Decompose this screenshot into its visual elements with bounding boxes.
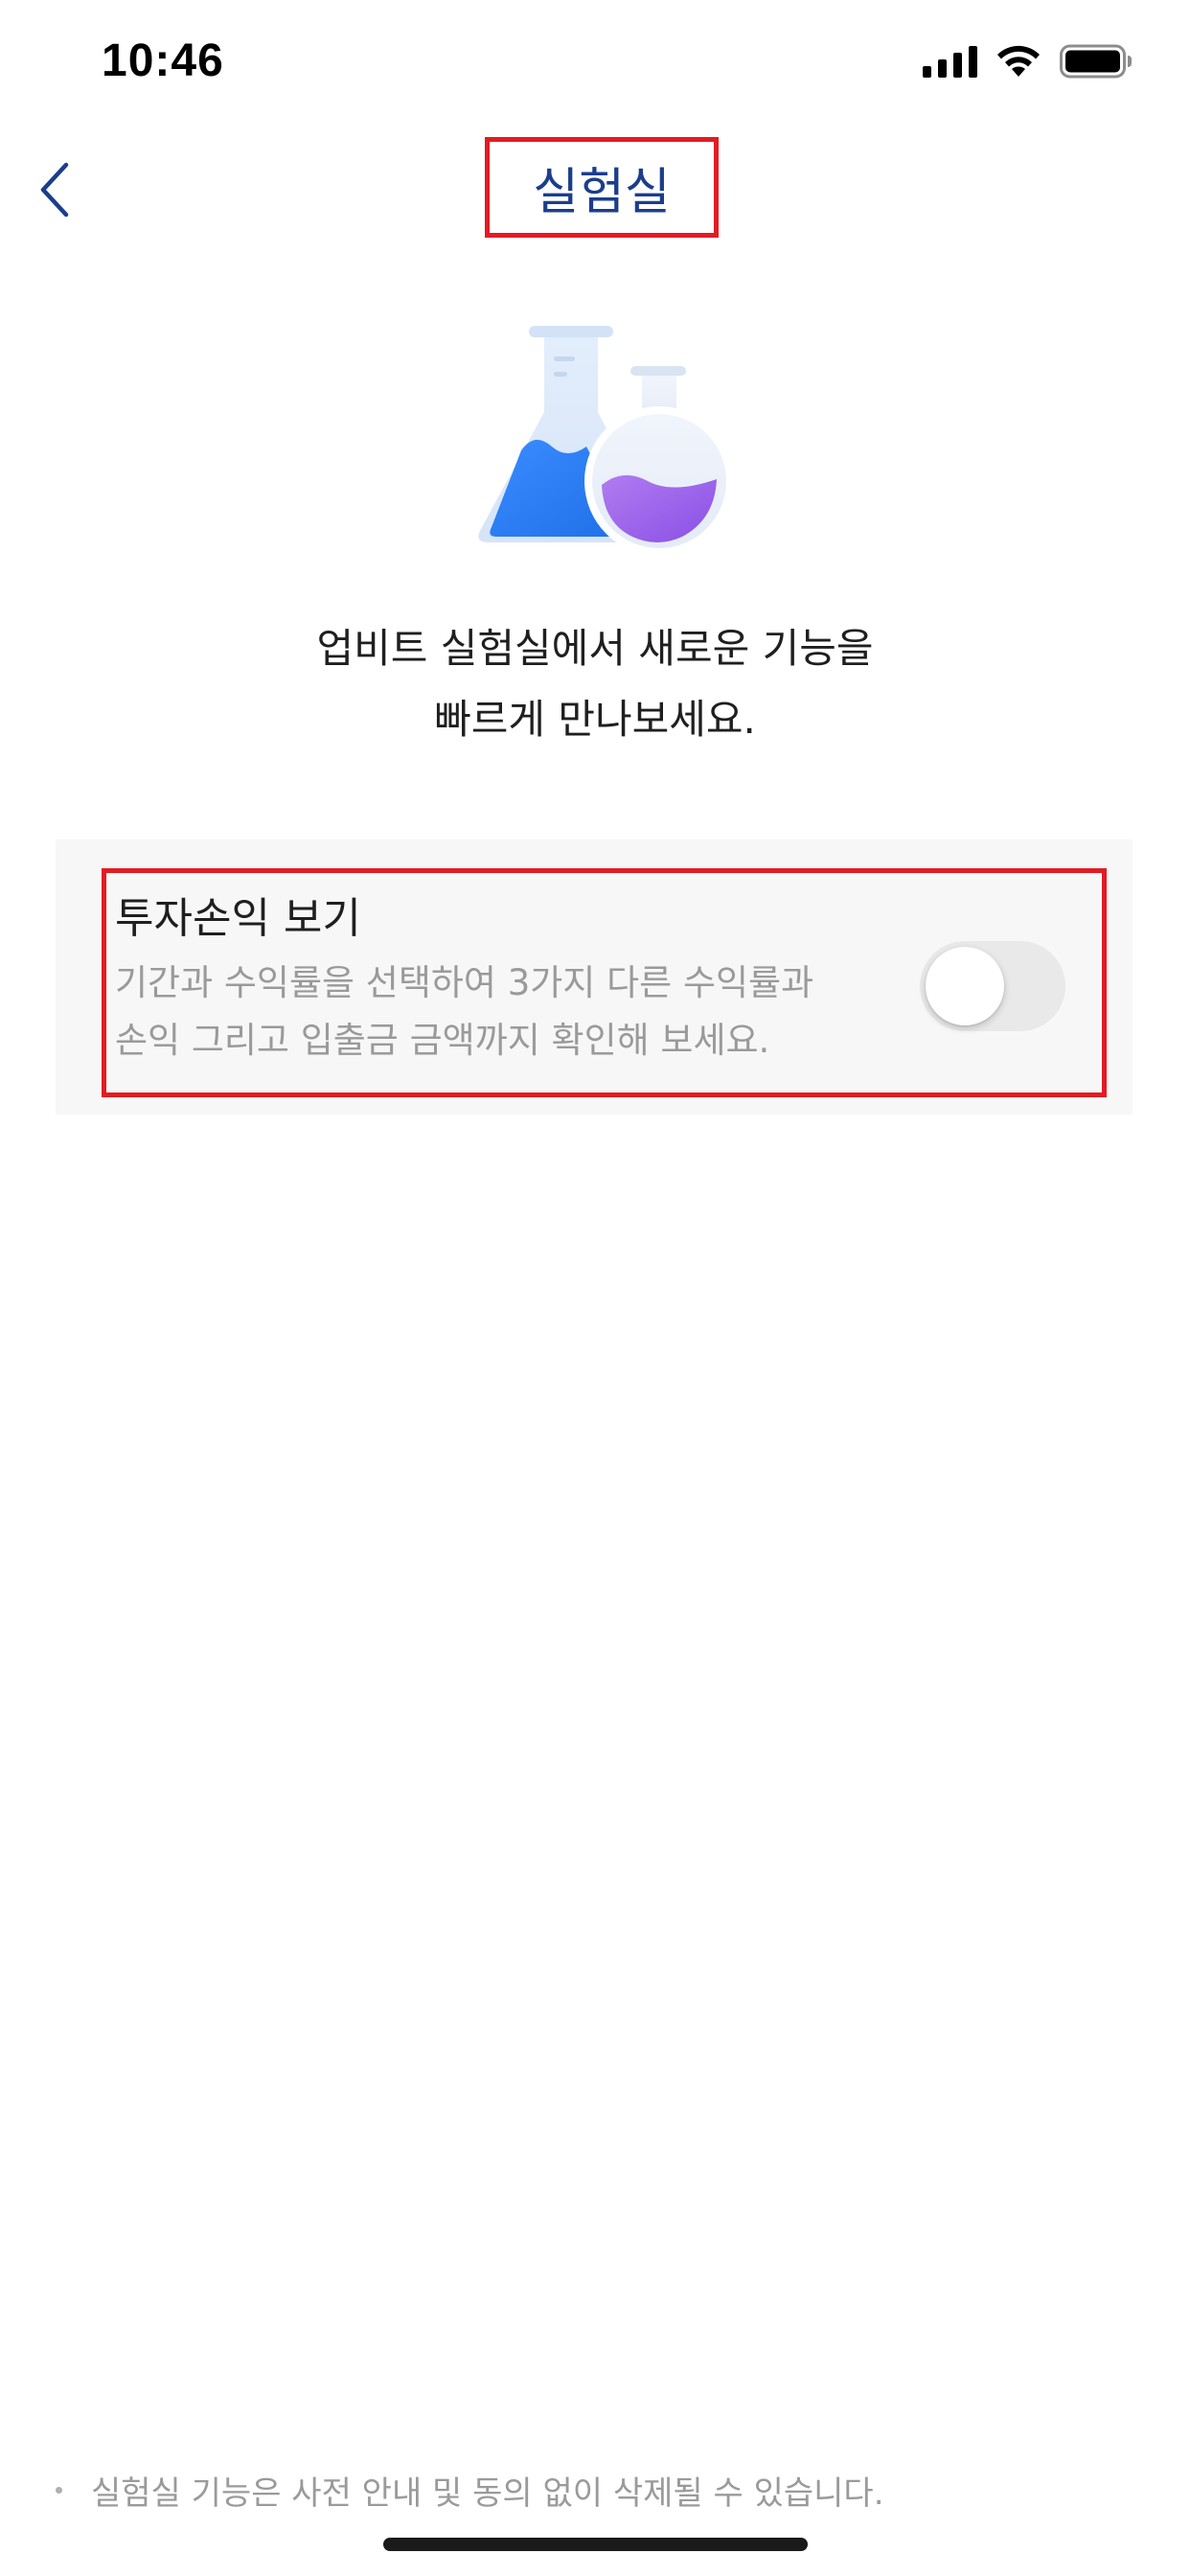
- cellular-signal-icon: [923, 45, 977, 78]
- footer-note-text: 실험실 기능은 사전 안내 및 동의 없이 삭제될 수 있습니다.: [91, 2474, 884, 2513]
- feature-description-line-1: 기간과 수익률을 선택하여 3가지 다른 수익률과: [115, 962, 814, 1003]
- wifi-icon: [997, 45, 1040, 77]
- intro-line-1: 업비트 실험실에서 새로운 기능을: [316, 625, 874, 672]
- intro-line-2: 빠르게 만나보세요.: [434, 696, 756, 743]
- home-indicator[interactable]: [383, 2538, 808, 2551]
- intro-text: 업비트 실험실에서 새로운 기능을 빠르게 만나보세요.: [0, 613, 1190, 755]
- battery-icon: [1060, 44, 1132, 79]
- page-title-highlight: 실험실: [485, 137, 719, 238]
- chevron-left-icon: [40, 162, 69, 218]
- status-icons: [923, 44, 1133, 79]
- feature-toggle[interactable]: [920, 941, 1065, 1031]
- status-bar: 10:46: [0, 0, 1190, 134]
- page-title: 실험실: [533, 164, 671, 221]
- navigation-bar: 실험실: [0, 134, 1190, 244]
- toggle-knob: [926, 947, 1004, 1025]
- bullet-icon: [56, 2487, 62, 2494]
- feature-title: 투자손익 보기: [115, 894, 361, 943]
- status-time: 10:46: [102, 35, 224, 86]
- lab-flasks-icon: [478, 326, 734, 556]
- feature-description: 기간과 수익률을 선택하여 3가지 다른 수익률과 손익 그리고 입출금 금액까…: [115, 954, 901, 1070]
- footer-note: 실험실 기능은 사전 안내 및 동의 없이 삭제될 수 있습니다.: [56, 2467, 884, 2514]
- back-button[interactable]: [21, 151, 88, 228]
- feature-description-line-2: 손익 그리고 입출금 금액까지 확인해 보세요.: [115, 1020, 770, 1061]
